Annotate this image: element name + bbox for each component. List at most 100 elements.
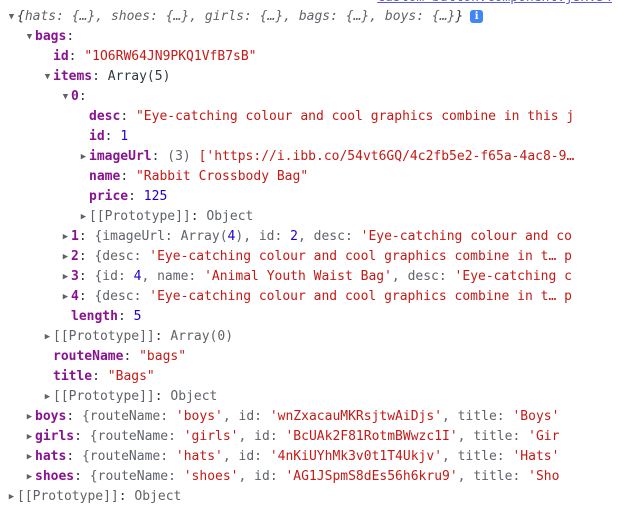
tree-row[interactable]: ▼ bags: [0,27,618,47]
preview-token: 'Hats' [512,449,560,464]
tree-row[interactable]: ▶id: 1 [0,127,618,147]
disclosure-triangle-closed-icon[interactable]: ▶ [42,387,53,407]
tree-row-separator: : [120,109,136,124]
object-preview-value: {…}, [259,9,299,24]
tree-row[interactable]: ▶price: 125 [0,187,618,207]
preview-token: , id: [238,429,286,444]
disclosure-triangle-closed-icon[interactable]: ▶ [60,247,71,267]
disclosure-spacer: ▶ [78,127,89,147]
object-preview-key: hats: [24,9,72,24]
tree-row[interactable]: ▶name: "Rabbit Crossbody Bag" [0,167,618,187]
tree-row[interactable]: ▶ 1: {imageUrl: Array(4), id: 2, desc: 'E… [0,227,618,247]
tree-row-separator: : [78,269,95,284]
disclosure-spacer: ▶ [78,167,89,187]
tree-row-key: 1 [71,229,79,244]
tree-row-key: 3 [71,269,79,284]
tree-row[interactable]: ▶ hats: {routeName: 'hats', id: '4nKiUYhM… [0,447,618,467]
tree-row[interactable]: ▶routeName: "bags" [0,347,618,367]
disclosure-triangle-closed-icon[interactable]: ▶ [24,467,35,487]
tree-row-separator: : [78,249,95,264]
disclosure-triangle-closed-icon[interactable]: ▶ [24,447,35,467]
disclosure-triangle-open-icon[interactable]: ▼ [6,7,17,27]
preview-token: {desc: [94,289,150,304]
tree-row-separator: : [123,349,140,364]
preview-token: , desc: [391,269,455,284]
tree-row[interactable]: ▶ imageUrl: (3) ['https://i.ibb.co/54vt6G… [0,147,618,167]
tree-row[interactable]: ▶ [[Prototype]]: Object [0,387,618,407]
tree-row[interactable]: ▶ 4: {desc: 'Eye-catching colour and cool… [0,287,618,307]
tree-row-value: {id: 4, name: 'Animal Youth Waist Bag', … [94,269,571,284]
tree-row-key: [[Prototype]] [17,489,119,504]
preview-token: 2 [290,229,298,244]
tree-row[interactable]: ▶ 3: {id: 4, name: 'Animal Youth Waist Ba… [0,267,618,287]
array-preview: ['https://i.ibb.co/54vt6GQ/4c2fb5e2-f65a… [198,149,575,164]
tree-row-value: {desc: 'Eye-catching colour and cool gra… [94,249,571,264]
object-preview-body: hats: {…}, shoes: {…}, girls: {…}, bags:… [25,9,456,24]
disclosure-triangle-open-icon[interactable]: ▼ [60,87,71,107]
tree-row-separator: : [104,129,121,144]
preview-token: 'BcUAk2F81RotmBWwzc1I' [285,429,458,444]
disclosure-spacer: ▶ [78,187,89,207]
disclosure-triangle-open-icon[interactable]: ▼ [24,27,35,47]
disclosure-triangle-closed-icon[interactable]: ▶ [60,287,71,307]
disclosure-triangle-closed-icon[interactable]: ▶ [6,487,17,507]
disclosure-triangle-closed-icon[interactable]: ▶ [78,147,89,167]
tree-row-key: routeName [53,349,124,364]
tree-row[interactable]: ▶ girls: {routeName: 'girls', id: 'BcUAk2… [0,427,618,447]
tree-row-value: 5 [133,309,142,324]
tree-row-separator: : [128,189,144,204]
disclosure-spacer: ▶ [60,307,71,327]
disclosure-triangle-closed-icon[interactable]: ▶ [78,207,89,227]
tree-row-key: [[Prototype]] [89,209,191,224]
preview-token: 'Boys' [512,409,560,424]
preview-token: 'Eye-catching colour and cool graphics c… [149,249,572,264]
tree-row-separator: : [74,429,90,444]
tree-row-separator: : [78,89,87,104]
tree-rows-container: ▼bags:▶id: "1O6RW64JN9PKQ1VfB7sB"▼items:… [0,27,618,507]
disclosure-triangle-open-icon[interactable]: ▼ [42,67,53,87]
tree-row[interactable]: ▼ 0: [0,87,618,107]
tree-row-separator: : [78,229,95,244]
tree-row-value: {routeName: 'shoes', id: 'AG1JSpmS8dEs56… [90,469,560,484]
preview-token: {imageUrl: Array( [94,229,228,244]
tree-row-value: 1 [120,129,129,144]
object-preview-value: {…}, [165,9,205,24]
tree-row[interactable]: ▶ shoes: {routeName: 'shoes', id: 'AG1JSp… [0,467,618,487]
tree-row[interactable]: ▶desc: "Eye-catching colour and cool gra… [0,107,618,127]
tree-row-key: price [89,189,129,204]
tree-row[interactable]: ▶id: "1O6RW64JN9PKQ1VfB7sB" [0,47,618,67]
info-icon[interactable]: i [470,10,484,23]
preview-token: , title: [442,449,513,464]
tree-row[interactable]: ▶ [[Prototype]]: Object [0,207,618,227]
tree-row-key: [[Prototype]] [53,329,155,344]
tree-row-key: girls [35,429,75,444]
disclosure-triangle-closed-icon[interactable]: ▶ [60,267,71,287]
tree-row[interactable]: ▼ items: Array(5) [0,67,618,87]
preview-token: 'wnZxacauMKRsjtwAiDjs' [269,409,443,424]
tree-row[interactable]: ▶ [[Prototype]]: Object [0,487,618,507]
disclosure-triangle-closed-icon[interactable]: ▶ [24,407,35,427]
disclosure-spacer: ▶ [42,347,53,367]
preview-token: 'Eye-catching colour and co [360,229,572,244]
preview-token: 'Eye-catching colour and cool graphics c… [149,289,572,304]
tree-row[interactable]: ▶title: "Bags" [0,367,618,387]
preview-token: 'Gir [528,429,560,444]
tree-row-key: length [71,309,118,324]
source-file-link[interactable]: custom-button.component.jsx:54 [377,0,612,7]
tree-row-separator: : [92,369,108,384]
tree-row-key: 4 [71,289,79,304]
disclosure-triangle-closed-icon[interactable]: ▶ [42,327,53,347]
tree-row[interactable]: ▶ 2: {desc: 'Eye-catching colour and cool… [0,247,618,267]
disclosure-triangle-closed-icon[interactable]: ▶ [24,427,35,447]
tree-row[interactable]: ▶ [[Prototype]]: Array(0) [0,327,618,347]
preview-token: {desc: [94,249,150,264]
tree-row-value: Object [134,489,182,504]
tree-row[interactable]: ▶length: 5 [0,307,618,327]
preview-token: , id: [222,409,270,424]
preview-token: 'girls' [183,429,239,444]
disclosure-triangle-closed-icon[interactable]: ▶ [60,227,71,247]
tree-row[interactable]: ▶ boys: {routeName: 'boys', id: 'wnZxacau… [0,407,618,427]
object-preview-key: bags: [298,9,346,24]
array-length-hint: (3) [167,149,199,164]
tree-row-root[interactable]: ▼ {hats: {…}, shoes: {…}, girls: {…}, bag… [0,7,618,27]
